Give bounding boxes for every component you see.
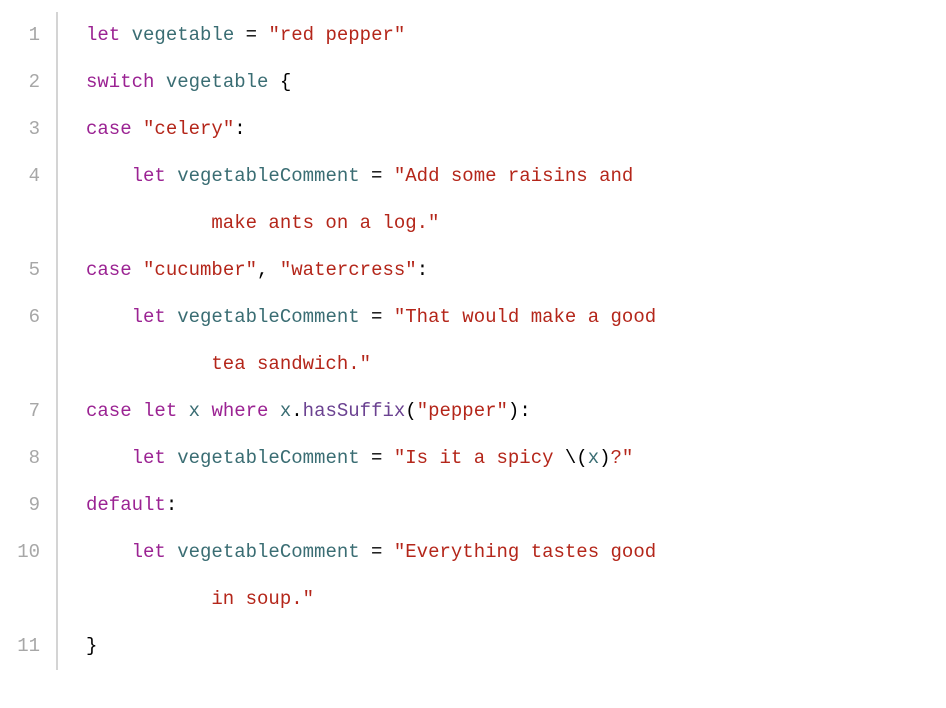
string-token: tea sandwich." (211, 355, 371, 374)
punct-token: = (360, 449, 394, 468)
identifier-token: vegetable (132, 26, 235, 45)
string-token: "That would make a good (394, 308, 656, 327)
code-line: switch vegetable { (86, 59, 898, 106)
punct-token: } (86, 637, 97, 656)
code-line: let vegetableComment = "Add some raisins… (86, 153, 898, 247)
line-number: 2 (0, 59, 40, 106)
identifier-token: x (280, 402, 291, 421)
line-number: 10 (0, 529, 40, 576)
keyword-token: let (143, 402, 189, 421)
string-token: "Add some raisins and (394, 167, 633, 186)
identifier-token: vegetableComment (177, 167, 359, 186)
space-token (200, 402, 211, 421)
punct-token: : (166, 496, 177, 515)
line-number-wrap (0, 200, 40, 247)
line-number: 11 (0, 623, 40, 670)
string-token: ?" (611, 449, 634, 468)
identifier-token: vegetable (166, 73, 269, 92)
string-token: "pepper" (417, 402, 508, 421)
punct-token: = (360, 308, 394, 327)
keyword-token: default (86, 496, 166, 515)
keyword-token: case (86, 261, 143, 280)
punct-token: . (291, 402, 302, 421)
punct-token: , (257, 261, 280, 280)
code-line: case "celery": (86, 106, 898, 153)
line-number: 6 (0, 294, 40, 341)
code-line: case let x where x.hasSuffix("pepper"): (86, 388, 898, 435)
punct-token: \( (565, 449, 588, 468)
keyword-token: let (86, 26, 132, 45)
punct-token: ): (508, 402, 531, 421)
line-number: 8 (0, 435, 40, 482)
line-number: 1 (0, 12, 40, 59)
punct-token: ( (405, 402, 416, 421)
punct-token: : (417, 261, 428, 280)
keyword-token: let (132, 449, 178, 468)
line-number: 5 (0, 247, 40, 294)
punct-token: { (268, 73, 291, 92)
code-line: case "cucumber", "watercress": (86, 247, 898, 294)
keyword-token: switch (86, 73, 166, 92)
string-token: "Everything tastes good (394, 543, 656, 562)
punct-token: = (360, 543, 394, 562)
keyword-token: case (86, 120, 143, 139)
method-token: hasSuffix (303, 402, 406, 421)
identifier-token: vegetableComment (177, 308, 359, 327)
code-line: let vegetableComment = "That would make … (86, 294, 898, 388)
punct-token: ) (599, 449, 610, 468)
keyword-token: let (132, 167, 178, 186)
identifier-token: vegetableComment (177, 449, 359, 468)
identifier-token: x (189, 402, 200, 421)
line-number: 4 (0, 153, 40, 200)
line-number: 7 (0, 388, 40, 435)
identifier-token: vegetableComment (177, 543, 359, 562)
line-number-wrap (0, 341, 40, 388)
line-number-wrap (0, 576, 40, 623)
string-token: in soup." (211, 590, 314, 609)
string-token: "watercress" (280, 261, 417, 280)
indent-token (86, 449, 132, 468)
string-token: make ants on a log." (211, 214, 439, 233)
code-line: let vegetable = "red pepper" (86, 12, 898, 59)
line-number: 3 (0, 106, 40, 153)
punct-token: = (360, 167, 394, 186)
string-token: "cucumber" (143, 261, 257, 280)
string-token: "Is it a spicy (394, 449, 565, 468)
code-line: } (86, 623, 898, 670)
code-editor: 1 2 3 4 5 6 7 8 9 10 11 let vegetable = … (0, 12, 946, 670)
code-line: default: (86, 482, 898, 529)
line-number: 9 (0, 482, 40, 529)
code-area[interactable]: let vegetable = "red pepper" switch vege… (58, 12, 918, 670)
keyword-token: let (132, 308, 178, 327)
gutter: 1 2 3 4 5 6 7 8 9 10 11 (0, 12, 58, 670)
keyword-token: case (86, 402, 143, 421)
identifier-token: x (588, 449, 599, 468)
punct-token: : (234, 120, 245, 139)
keyword-token: let (132, 543, 178, 562)
code-line: let vegetableComment = "Is it a spicy \(… (86, 435, 898, 482)
string-token: "celery" (143, 120, 234, 139)
indent-token (86, 308, 132, 327)
code-line: let vegetableComment = "Everything taste… (86, 529, 898, 623)
string-token: "red pepper" (268, 26, 405, 45)
keyword-token: where (211, 402, 279, 421)
indent-token (86, 543, 132, 562)
indent-token (86, 167, 132, 186)
punct-token: = (234, 26, 268, 45)
